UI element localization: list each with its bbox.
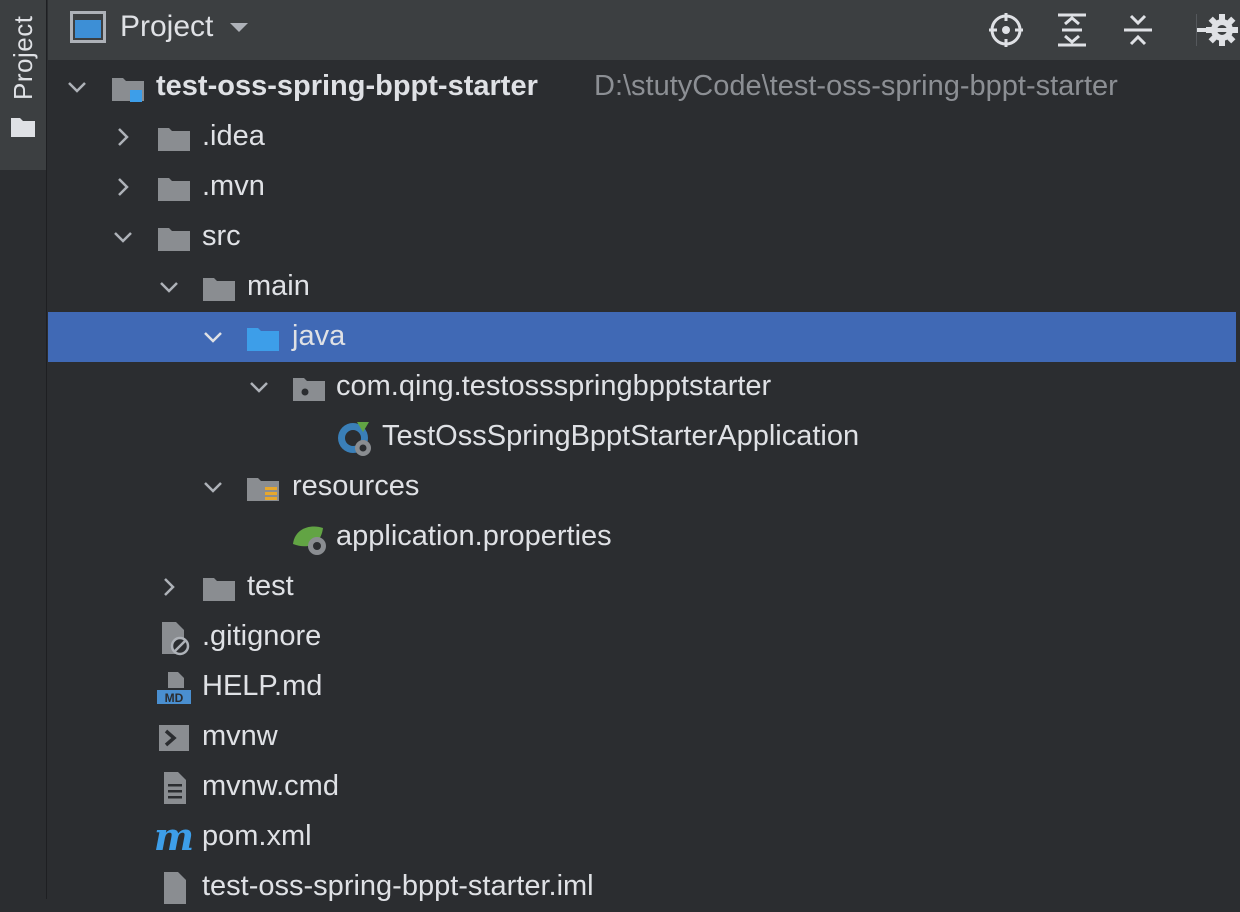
tool-window-stripe: Project: [0, 0, 47, 899]
minimize-button[interactable]: [1190, 8, 1234, 52]
header-title: Project: [120, 10, 214, 43]
chevron-down-icon: [68, 82, 86, 93]
svg-text:MD: MD: [165, 691, 184, 705]
text-file-icon: [164, 772, 186, 804]
folder-icon: [11, 118, 35, 137]
ignore-file-icon: [162, 622, 190, 656]
tree-row-idea[interactable]: .idea: [48, 112, 1236, 162]
file-label: mvnw.cmd: [202, 770, 339, 802]
tree-row-app-class[interactable]: TestOssSpringBpptStarterApplication: [48, 412, 1236, 462]
module-file-icon: [164, 872, 186, 904]
file-label: .gitignore: [202, 620, 322, 652]
folder-icon: [158, 228, 190, 251]
spring-properties-icon: [293, 526, 326, 555]
root-project-name: test-oss-spring-bppt-starter: [156, 70, 538, 102]
folder-label: .mvn: [202, 170, 265, 202]
project-tree: test-oss-spring-bppt-starter D:\stutyCod…: [48, 62, 1236, 912]
collapse-all-icon: [1124, 14, 1152, 46]
resources-folder-icon: [247, 478, 279, 501]
tree-row-mvn[interactable]: .mvn: [48, 162, 1236, 212]
svg-text:m: m: [154, 818, 194, 856]
folder-label: .idea: [202, 120, 265, 152]
chevron-down-icon: [114, 232, 132, 243]
chevron-down-icon: [204, 482, 222, 493]
folder-label: test: [247, 570, 294, 602]
package-icon: [293, 378, 325, 401]
chevron-right-icon: [118, 178, 129, 196]
tree-row-resources[interactable]: resources: [48, 462, 1236, 512]
root-project-path: D:\stutyCode\test-oss-spring-bppt-starte…: [594, 70, 1118, 102]
tree-row-pom[interactable]: m pom.xml: [48, 812, 1236, 862]
file-label: HELP.md: [202, 670, 323, 702]
tree-row-properties[interactable]: application.properties: [48, 512, 1236, 562]
tree-row-mvnw[interactable]: mvnw: [48, 712, 1236, 762]
tree-row-package[interactable]: com.qing.testossspringbpptstarter: [48, 362, 1236, 412]
tree-row-main[interactable]: main: [48, 262, 1236, 312]
file-label: application.properties: [336, 520, 612, 552]
project-stripe-label: Project: [8, 15, 38, 100]
project-header: Project: [48, 0, 1240, 60]
file-label: test-oss-spring-bppt-starter.iml: [202, 870, 594, 902]
expand-all-button[interactable]: [1050, 8, 1094, 52]
tree-row-src[interactable]: src: [48, 212, 1236, 262]
view-selector[interactable]: Project: [70, 10, 251, 44]
chevron-down-icon: [160, 282, 178, 293]
tree-row-test[interactable]: test: [48, 562, 1236, 612]
tree-row-java[interactable]: java: [48, 312, 1236, 362]
folder-label: main: [247, 270, 310, 302]
chevron-down-icon: [230, 23, 249, 32]
locate-button[interactable]: [984, 8, 1028, 52]
project-view-icon: [70, 11, 106, 43]
file-label: mvnw: [202, 720, 278, 752]
chevron-right-icon: [164, 578, 175, 596]
markdown-file-icon: MD: [157, 672, 191, 705]
tree-row-iml[interactable]: test-oss-spring-bppt-starter.iml: [48, 862, 1236, 912]
collapse-all-button[interactable]: [1116, 8, 1160, 52]
tree-row-gitignore[interactable]: .gitignore: [48, 612, 1236, 662]
folder-label: java: [292, 320, 346, 352]
expand-all-icon: [1058, 13, 1086, 47]
source-folder-icon: [247, 328, 279, 351]
chevron-down-icon: [204, 332, 222, 343]
folder-label: resources: [292, 470, 420, 502]
folder-label: src: [202, 220, 241, 252]
tree-row-root[interactable]: test-oss-spring-bppt-starter D:\stutyCod…: [48, 62, 1236, 112]
tree-row-help[interactable]: MD HELP.md: [48, 662, 1236, 712]
folder-icon: [158, 128, 190, 151]
package-label: com.qing.testossspringbpptstarter: [336, 370, 772, 402]
folder-icon: [158, 178, 190, 201]
maven-icon: m: [154, 818, 194, 856]
spring-boot-class-icon: [338, 422, 371, 456]
minimize-icon: [1197, 28, 1227, 32]
locate-icon: [989, 13, 1023, 47]
chevron-down-icon: [250, 382, 268, 393]
folder-icon: [203, 578, 235, 601]
chevron-right-icon: [118, 128, 129, 146]
tree-row-mvnw-cmd[interactable]: mvnw.cmd: [48, 762, 1236, 812]
class-label: TestOssSpringBpptStarterApplication: [382, 420, 860, 452]
file-label: pom.xml: [202, 820, 312, 852]
folder-icon: [203, 278, 235, 301]
shell-script-icon: [159, 725, 189, 751]
project-tool-window-button[interactable]: Project: [0, 0, 46, 170]
module-folder-icon: [112, 78, 144, 102]
